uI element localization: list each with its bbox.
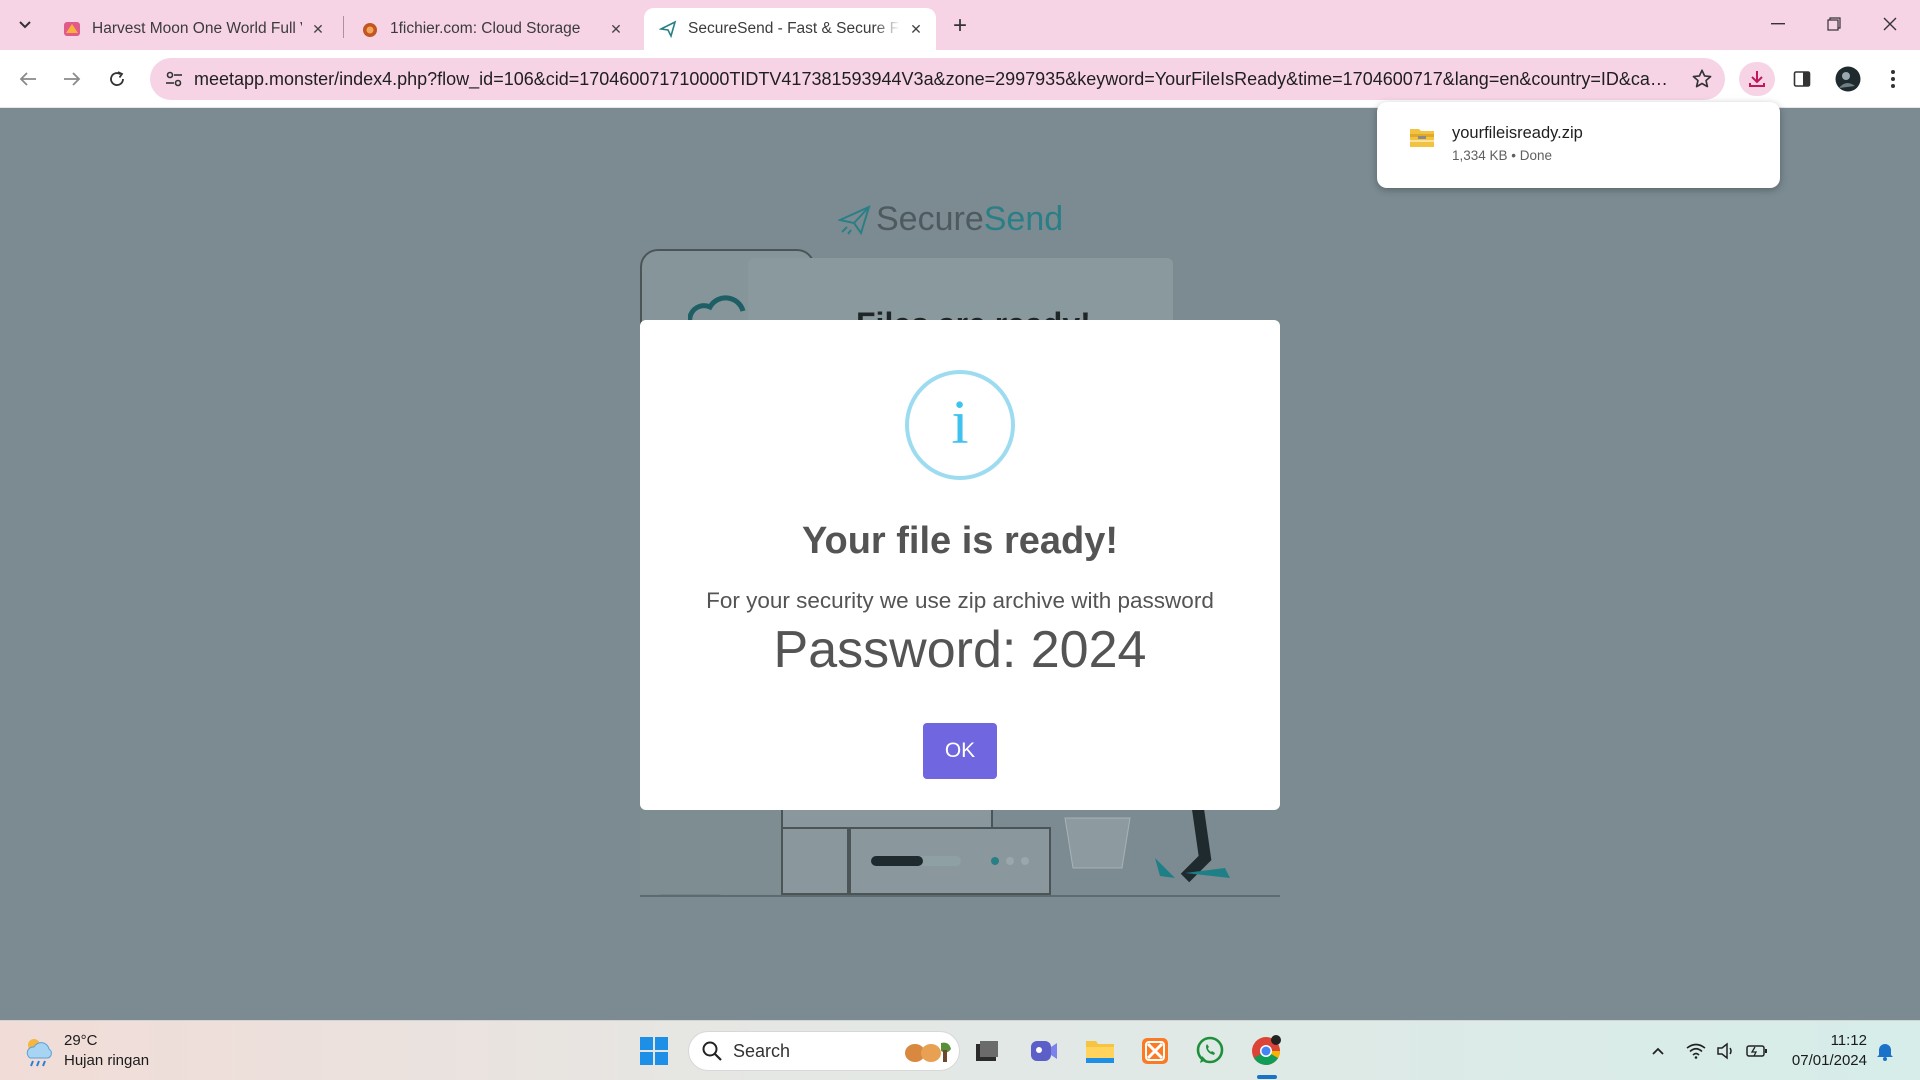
address-bar[interactable]: meetapp.monster/index4.php?flow_id=106&c… xyxy=(150,58,1725,100)
search-highlight-icon xyxy=(905,1042,951,1062)
paper-plane-icon xyxy=(838,204,871,235)
tab-search-button[interactable] xyxy=(10,12,40,38)
chrome-app[interactable] xyxy=(1248,1033,1284,1069)
search-label: Search xyxy=(733,1040,791,1061)
dialog-message: For your security we use zip archive wit… xyxy=(706,588,1214,613)
back-arrow-icon xyxy=(19,72,36,86)
speaker-icon xyxy=(1717,1042,1732,1060)
securesend-logo: Secure Send xyxy=(838,200,1063,239)
battery-status[interactable] xyxy=(1745,1039,1769,1063)
active-app-indicator xyxy=(1257,1075,1277,1079)
download-bubble[interactable]: yourfileisready.zip 1,334 KB • Done xyxy=(1377,102,1780,188)
site-info-icon[interactable] xyxy=(154,70,194,88)
reload-icon xyxy=(110,71,124,86)
notifications-button[interactable] xyxy=(1873,1039,1897,1063)
bookmark-star-icon[interactable] xyxy=(1691,68,1713,95)
chrome-icon xyxy=(1252,1035,1281,1065)
close-icon xyxy=(1883,17,1897,31)
folder-icon xyxy=(1086,1041,1114,1063)
back-button[interactable] xyxy=(12,63,44,95)
harvest-moon-favicon xyxy=(62,19,82,39)
whatsapp-app[interactable] xyxy=(1192,1033,1228,1069)
browser-toolbar: meetapp.monster/index4.php?flow_id=106&c… xyxy=(0,50,1920,108)
task-view-button[interactable] xyxy=(969,1033,1005,1069)
download-status: 1,334 KB • Done xyxy=(1452,148,1553,163)
ok-button[interactable]: OK xyxy=(923,723,997,779)
menu-button[interactable] xyxy=(1875,62,1911,96)
chevron-up-icon xyxy=(1652,1047,1664,1055)
zip-file-icon xyxy=(1409,126,1435,153)
clock-date: 07/01/2024 xyxy=(1791,1052,1867,1069)
url-text: meetapp.monster/index4.php?flow_id=106&c… xyxy=(194,68,1674,89)
tab-harvest-moon[interactable]: Harvest Moon One World Full V ✕ xyxy=(48,8,338,50)
restore-icon xyxy=(1827,17,1841,31)
logo-secure-text: Secure xyxy=(876,200,984,238)
weather-temp: 29°C xyxy=(64,1032,98,1049)
weather-desc: Hujan ringan xyxy=(64,1052,150,1069)
info-icon: i xyxy=(905,370,1015,480)
plus-icon: + xyxy=(952,12,967,39)
close-icon[interactable]: ✕ xyxy=(308,19,328,39)
rain-cloud-icon xyxy=(26,1039,52,1067)
download-icon xyxy=(1749,71,1765,87)
teams-app[interactable] xyxy=(1026,1033,1062,1069)
side-panel-button[interactable] xyxy=(1784,62,1820,96)
bell-icon xyxy=(1877,1044,1893,1061)
close-icon[interactable]: ✕ xyxy=(906,19,926,39)
show-hidden-icons-button[interactable] xyxy=(1646,1039,1670,1063)
wifi-icon xyxy=(1686,1043,1706,1059)
more-vert-icon xyxy=(1891,70,1895,88)
windows-icon xyxy=(640,1037,668,1065)
search-icon xyxy=(702,1041,722,1061)
restore-button[interactable] xyxy=(1810,6,1858,42)
background-illustration xyxy=(640,798,1280,897)
battery-icon xyxy=(1746,1045,1767,1057)
teams-icon xyxy=(1031,1041,1057,1061)
logo-send-text: Send xyxy=(983,200,1064,238)
tab-title: 1fichier.com: Cloud Storage xyxy=(390,20,581,37)
network-status[interactable] xyxy=(1684,1039,1708,1063)
dialog-title: Your file is ready! xyxy=(801,520,1119,562)
tab-securesend[interactable]: SecureSend - Fast & Secure File ✕ xyxy=(644,8,936,50)
xampp-app[interactable] xyxy=(1137,1033,1173,1069)
taskbar: 29°C Hujan ringan Search 11:12 07/01/202… xyxy=(0,1020,1920,1080)
minimize-button[interactable] xyxy=(1754,6,1802,42)
volume-status[interactable] xyxy=(1714,1039,1738,1063)
tab-strip: Harvest Moon One World Full V ✕ 1fichier… xyxy=(0,0,1920,50)
file-explorer-app[interactable] xyxy=(1082,1033,1118,1069)
taskbar-search[interactable]: Search xyxy=(688,1031,960,1071)
taskbar-clock[interactable]: 11:12 07/01/2024 xyxy=(1780,1031,1867,1071)
forward-arrow-icon xyxy=(64,72,81,86)
start-button[interactable] xyxy=(636,1033,672,1069)
tab-title: SecureSend - Fast & Secure File xyxy=(688,20,900,37)
alert-dialog: i Your file is ready! For your security … xyxy=(640,320,1280,810)
xampp-icon xyxy=(1142,1038,1168,1064)
tab-divider xyxy=(343,16,344,38)
forward-button[interactable] xyxy=(56,63,88,95)
whatsapp-icon xyxy=(1196,1036,1224,1064)
weather-widget[interactable]: 29°C Hujan ringan xyxy=(22,1031,149,1071)
info-glyph: i xyxy=(951,389,969,457)
download-filename[interactable]: yourfileisready.zip xyxy=(1452,124,1583,143)
reload-button[interactable] xyxy=(101,63,133,95)
task-view-icon xyxy=(976,1041,998,1061)
close-window-button[interactable] xyxy=(1866,6,1914,42)
downloads-button[interactable] xyxy=(1739,62,1775,96)
1fichier-favicon xyxy=(360,19,380,39)
clock-time: 11:12 xyxy=(1830,1032,1867,1049)
profile-avatar[interactable] xyxy=(1830,62,1866,96)
tab-1fichier[interactable]: 1fichier.com: Cloud Storage ✕ xyxy=(346,8,636,50)
side-panel-icon xyxy=(1793,71,1811,87)
close-icon[interactable]: ✕ xyxy=(606,19,626,39)
new-tab-button[interactable]: + xyxy=(944,12,976,40)
securesend-favicon xyxy=(658,19,678,39)
tab-title: Harvest Moon One World Full V xyxy=(92,20,302,37)
minimize-icon xyxy=(1771,23,1785,25)
avatar-icon xyxy=(1835,66,1861,92)
password-text: Password: 2024 xyxy=(773,621,1147,679)
chevron-down-icon xyxy=(19,21,31,29)
